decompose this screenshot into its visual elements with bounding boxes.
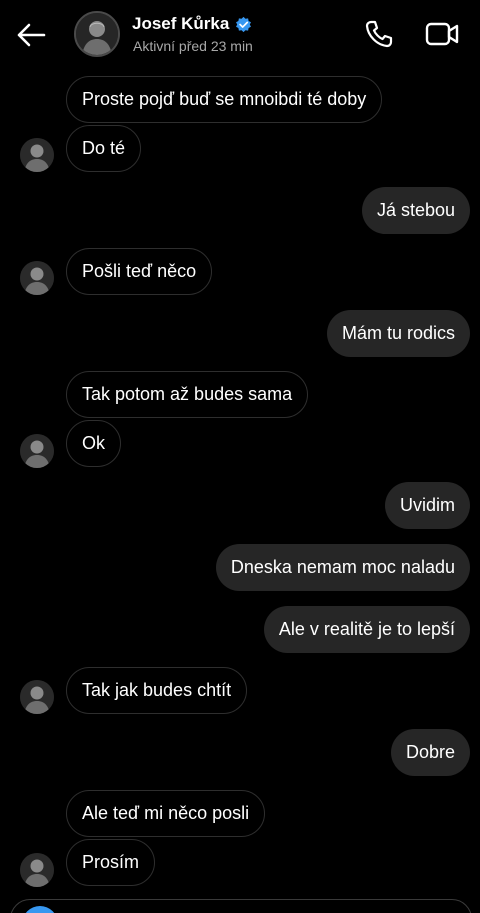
sender-avatar[interactable] — [20, 261, 54, 295]
message-bubble-incoming[interactable]: Ale teď mi něco posli — [66, 790, 266, 837]
sender-avatar[interactable] — [20, 434, 54, 468]
message-bubble-outgoing[interactable]: Mám tu rodics — [326, 310, 470, 357]
message-bubble-incoming[interactable]: Prosím — [66, 839, 156, 886]
video-camera-icon[interactable] — [424, 18, 460, 50]
message-bubble-incoming[interactable]: Tak potom až budes sama — [66, 371, 309, 418]
message-bubble-incoming[interactable]: Do té — [66, 125, 142, 172]
message-bubble-outgoing[interactable]: Já stebou — [361, 187, 470, 234]
chat-header: Josef Kůrka Aktivní před 23 min — [0, 0, 480, 68]
sender-avatar[interactable] — [20, 853, 54, 887]
contact-avatar[interactable] — [74, 11, 120, 57]
sender-avatar[interactable] — [20, 680, 54, 714]
message-bubble-outgoing[interactable]: Dneska nemam moc naladu — [215, 544, 470, 591]
message-bubble-incoming[interactable]: Ok — [66, 420, 122, 467]
verified-badge-icon — [236, 16, 252, 32]
message-bubble-outgoing[interactable]: Ale v realitě je to lepší — [263, 606, 470, 653]
contact-name: Josef Kůrka — [132, 14, 230, 33]
message-bubble-outgoing[interactable]: Dobre — [390, 729, 470, 776]
sender-avatar[interactable] — [20, 138, 54, 172]
message-bubble-incoming[interactable]: Pošli teď něco — [66, 248, 213, 295]
back-arrow-icon[interactable] — [14, 18, 48, 52]
message-bubble-incoming[interactable]: Tak jak budes chtít — [66, 667, 248, 714]
message-composer[interactable] — [10, 899, 472, 913]
contact-name-row[interactable]: Josef Kůrka — [132, 14, 252, 34]
phone-icon[interactable] — [363, 18, 395, 50]
message-bubble-incoming[interactable]: Proste pojď buď se mnoibdi té doby — [66, 76, 383, 123]
active-status: Aktivní před 23 min — [133, 38, 253, 54]
message-bubble-outgoing[interactable]: Uvidim — [384, 482, 470, 529]
